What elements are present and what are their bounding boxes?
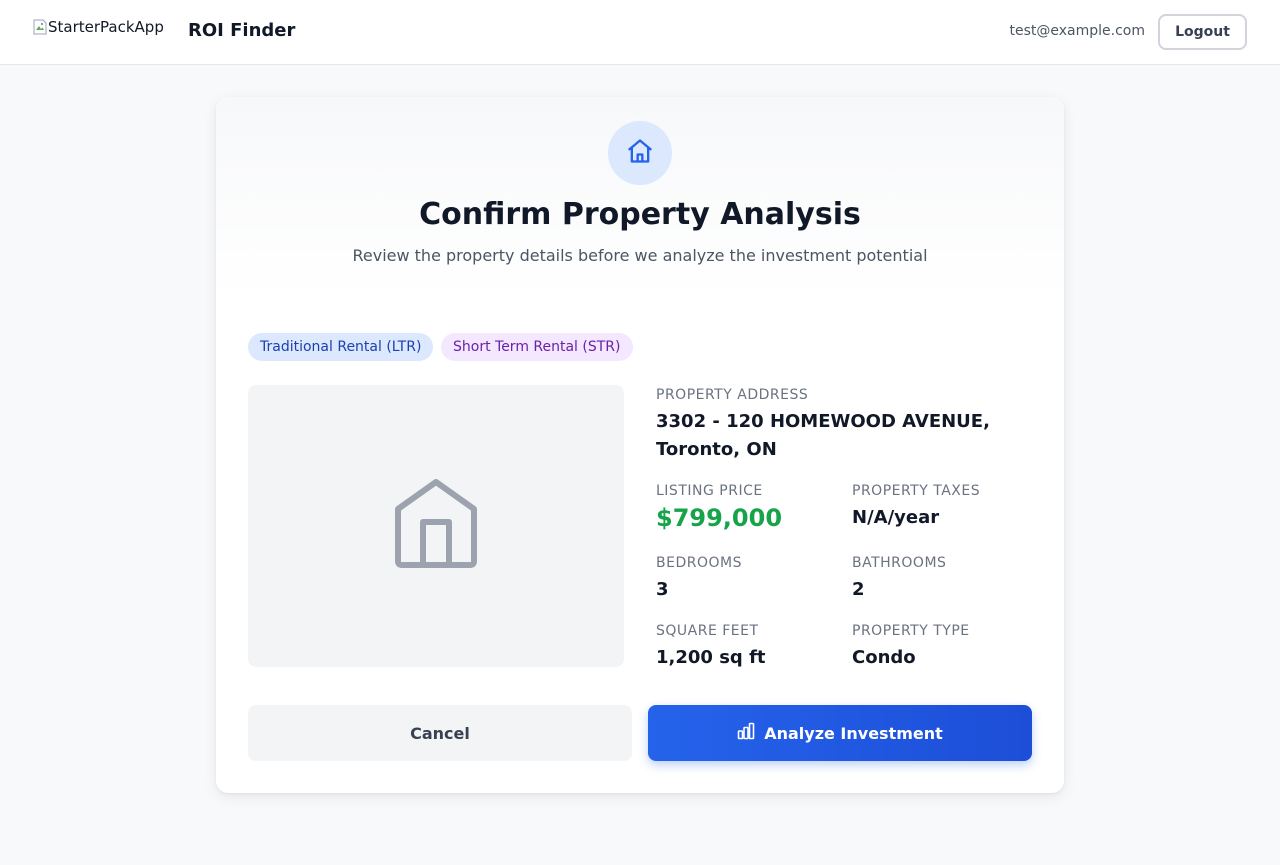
- bar-chart-icon: [737, 722, 755, 744]
- address-line-2: Toronto, ON: [656, 439, 777, 460]
- bathrooms-label: BATHROOMS: [852, 555, 947, 571]
- address-label: PROPERTY ADDRESS: [656, 387, 809, 403]
- address-value: 3302 - 120 HOMEWOOD AVENUE, Toronto, ON: [656, 408, 1016, 464]
- address-line-1: 3302 - 120 HOMEWOOD AVENUE,: [656, 411, 990, 432]
- app-logo[interactable]: StarterPackApp: [32, 16, 164, 38]
- page-title: Confirm Property Analysis: [419, 197, 861, 232]
- logo-alt-text: StarterPackApp: [48, 18, 164, 36]
- home-icon: [394, 479, 478, 573]
- property-taxes-label: PROPERTY TAXES: [852, 483, 981, 499]
- bathrooms-value: 2: [852, 579, 865, 600]
- listing-price-label: LISTING PRICE: [656, 483, 763, 499]
- property-photo-placeholder: [248, 385, 624, 667]
- cancel-button[interactable]: Cancel: [248, 705, 632, 761]
- header-icon-circle: [608, 121, 672, 185]
- home-icon: [626, 137, 654, 169]
- analyze-investment-button[interactable]: Analyze Investment: [648, 705, 1032, 761]
- square-feet-value: 1,200 sq ft: [656, 647, 766, 668]
- page-subtitle: Review the property details before we an…: [352, 246, 928, 265]
- analyze-investment-label: Analyze Investment: [764, 723, 943, 743]
- top-navbar: StarterPackApp ROI Finder test@example.c…: [0, 0, 1280, 65]
- bedrooms-value: 3: [656, 579, 669, 600]
- badge-ltr: Traditional Rental (LTR): [248, 333, 434, 361]
- property-taxes-value: N/A/year: [852, 507, 940, 528]
- square-feet-label: SQUARE FEET: [656, 623, 759, 639]
- broken-image-icon: [32, 19, 48, 35]
- confirm-property-card: Confirm Property Analysis Review the pro…: [216, 97, 1064, 793]
- badge-str: Short Term Rental (STR): [441, 333, 633, 361]
- property-type-value: Condo: [852, 647, 916, 668]
- listing-price-value: $799,000: [656, 504, 783, 532]
- property-type-label: PROPERTY TYPE: [852, 623, 970, 639]
- bedrooms-label: BEDROOMS: [656, 555, 742, 571]
- user-email: test@example.com: [1009, 23, 1146, 39]
- app-title: ROI Finder: [188, 20, 296, 41]
- logout-button[interactable]: Logout: [1158, 14, 1247, 50]
